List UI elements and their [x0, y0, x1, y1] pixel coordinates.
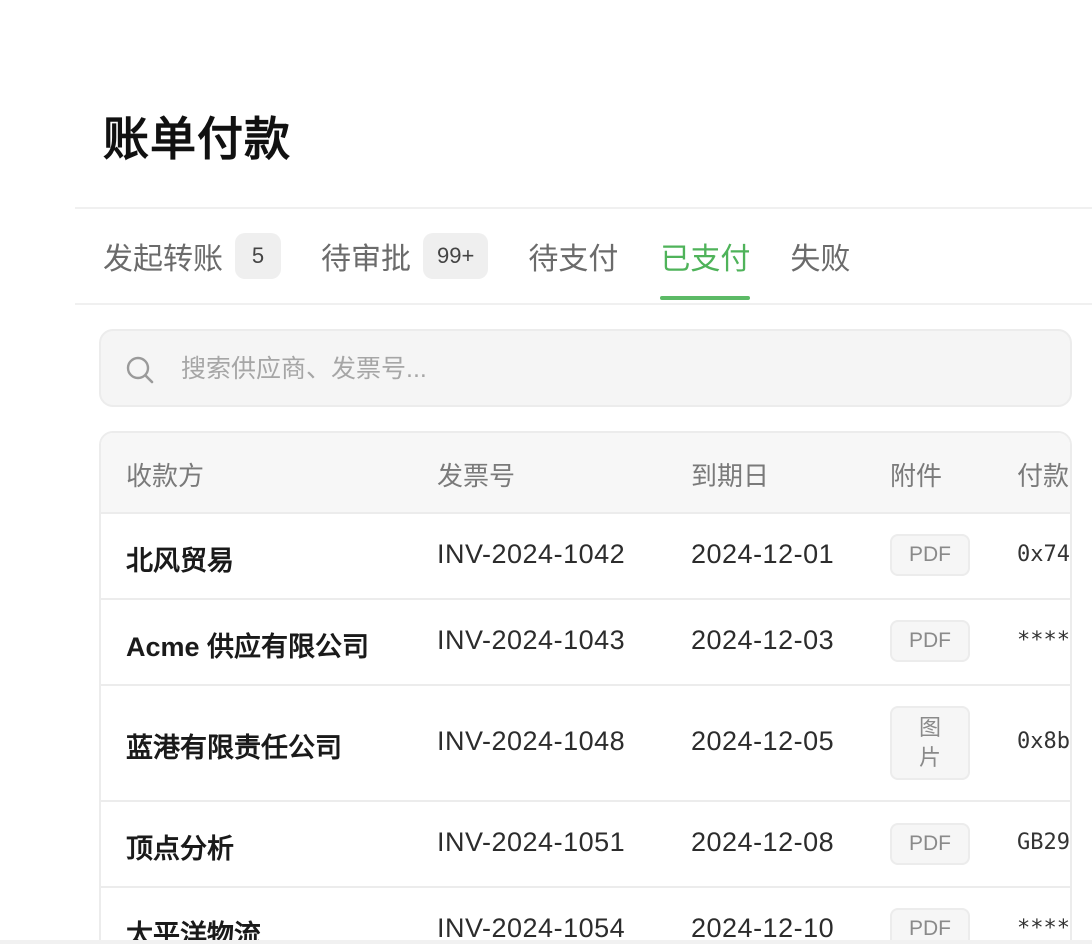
table-row[interactable]: 太平洋物流 INV-2024-1054 2024-12-10 PDF ****	[101, 888, 1070, 944]
header-divider	[75, 207, 1092, 209]
search-icon	[126, 356, 154, 384]
invoice-number: INV-2024-1042	[437, 539, 626, 569]
column-header-attachment[interactable]: 附件	[890, 456, 942, 493]
count-badge: 5	[235, 233, 281, 279]
tabs-divider	[75, 303, 1092, 305]
payee-name: Acme 供应有限公司	[126, 632, 370, 662]
invoice-number: INV-2024-1043	[437, 625, 626, 655]
table-header: 收款方 发票号 到期日 附件 付款	[101, 433, 1070, 514]
page-title: 账单付款	[103, 113, 291, 165]
payments-table: 收款方 发票号 到期日 附件 付款 北风贸易 INV-2024-1042 202…	[99, 431, 1072, 944]
tab-label: 待支付	[528, 243, 619, 276]
due-date: 2024-12-03	[691, 625, 835, 655]
tab-label: 待审批	[321, 243, 411, 276]
pdf-attachment[interactable]: PDF	[890, 908, 970, 944]
payee-name: 顶点分析	[126, 834, 234, 864]
image-attachment[interactable]: 图片	[890, 706, 970, 780]
column-header-due-date[interactable]: 到期日	[691, 456, 769, 493]
payee-name: 北风贸易	[126, 546, 234, 576]
tab-initiate-transfer[interactable]: 发起转账 5	[103, 232, 281, 280]
tab-failed[interactable]: 失败	[790, 232, 850, 280]
pdf-attachment[interactable]: PDF	[890, 620, 970, 662]
pdf-attachment[interactable]: PDF	[890, 534, 970, 576]
tab-paid[interactable]: 已支付	[660, 232, 751, 300]
tab-pending-approval[interactable]: 待审批 99+	[321, 232, 489, 280]
tab-label: 失败	[790, 243, 851, 276]
table-row[interactable]: 蓝港有限责任公司 INV-2024-1048 2024-12-05 图片 0x8…	[101, 686, 1070, 802]
column-header-payment[interactable]: 付款	[1017, 456, 1069, 493]
search-bar	[99, 329, 1072, 407]
count-badge: 99+	[423, 233, 489, 279]
table-row[interactable]: 顶点分析 INV-2024-1051 2024-12-08 PDF GB29	[101, 802, 1070, 888]
column-header-payee[interactable]: 收款方	[126, 456, 204, 493]
due-date: 2024-12-01	[691, 539, 835, 569]
payment-reference: ****	[1017, 916, 1070, 941]
bill-payments-page: 账单付款 发起转账 5 待审批 99+ 待支付 已支付 失败 收款方 发	[0, 0, 1092, 944]
pdf-attachment[interactable]: PDF	[890, 823, 970, 865]
column-header-invoice[interactable]: 发票号	[437, 456, 515, 493]
payment-reference: 0x74	[1017, 542, 1070, 567]
due-date: 2024-12-08	[691, 827, 835, 857]
search-input[interactable]	[181, 347, 881, 391]
invoice-number: INV-2024-1051	[437, 827, 626, 857]
tab-label: 已支付	[660, 243, 751, 276]
payment-reference: 0x8b	[1017, 729, 1070, 754]
tab-pending-payment[interactable]: 待支付	[528, 232, 618, 280]
table-row[interactable]: Acme 供应有限公司 INV-2024-1043 2024-12-03 PDF…	[101, 600, 1070, 686]
payment-reference: GB29	[1017, 830, 1070, 855]
payment-reference: ****	[1017, 628, 1070, 653]
status-tabs: 发起转账 5 待审批 99+ 待支付 已支付 失败	[103, 232, 850, 302]
table-row[interactable]: 北风贸易 INV-2024-1042 2024-12-01 PDF 0x74	[101, 514, 1070, 600]
invoice-number: INV-2024-1048	[437, 726, 626, 756]
window-bottom-edge	[0, 940, 1092, 944]
due-date: 2024-12-05	[691, 726, 835, 756]
payee-name: 蓝港有限责任公司	[126, 733, 342, 763]
tab-label: 发起转账	[103, 243, 223, 276]
